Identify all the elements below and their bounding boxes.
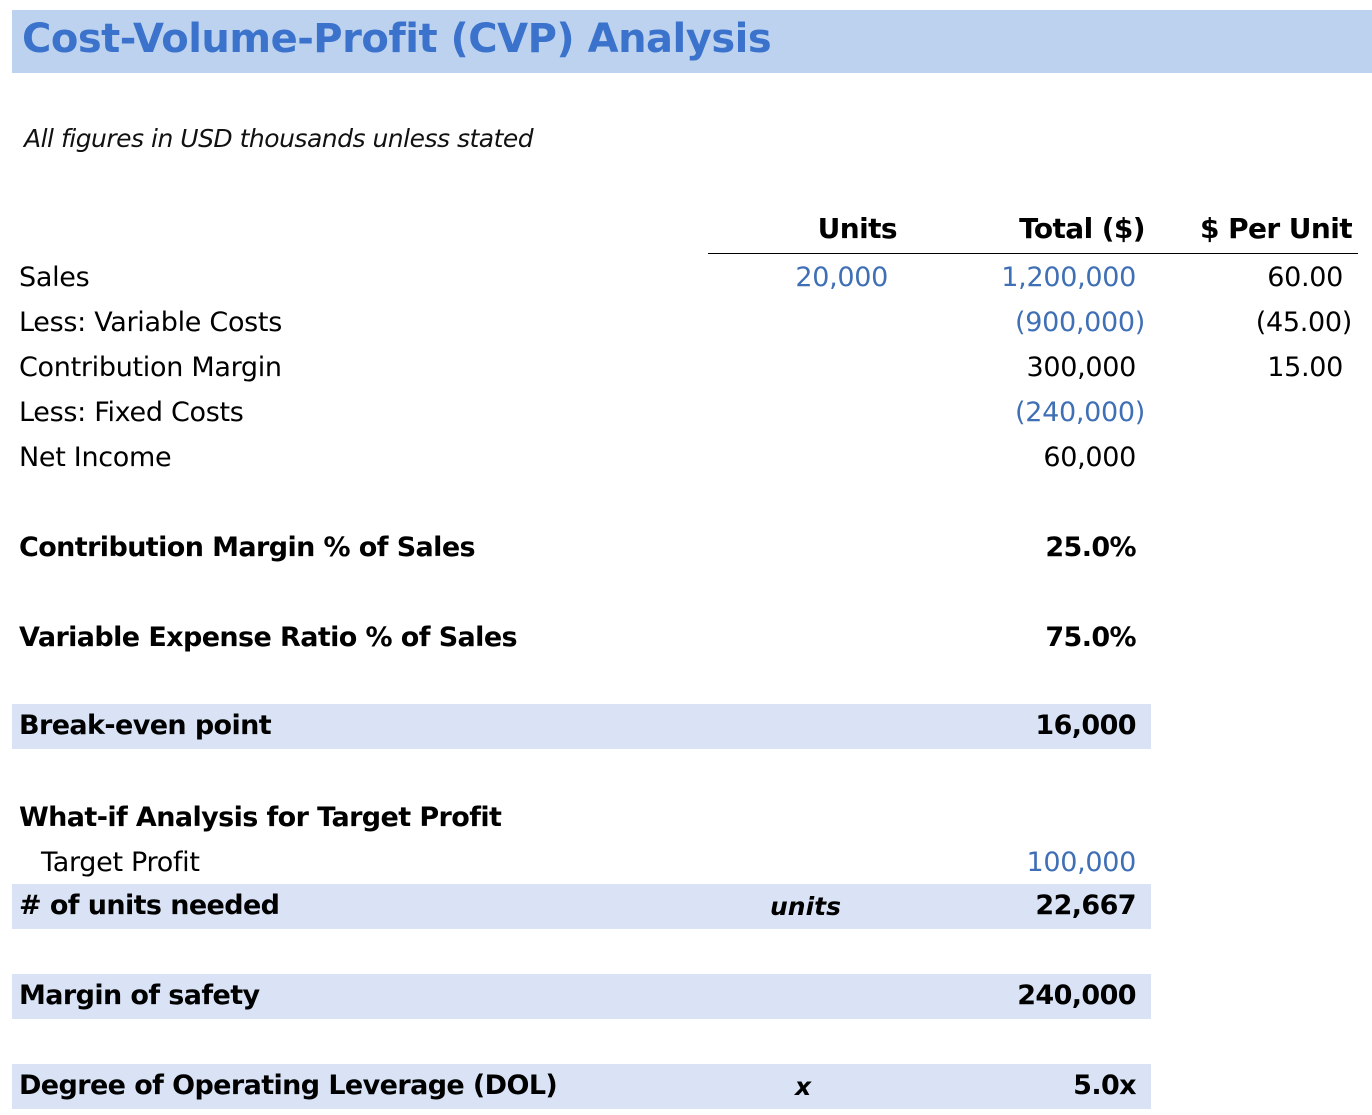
- row-label: Sales: [19, 262, 90, 293]
- header-divider: [708, 253, 1358, 254]
- metric-label: # of units needed: [19, 890, 280, 921]
- column-header-units: Units: [817, 212, 898, 245]
- row-label: Less: Variable Costs: [19, 307, 282, 338]
- column-header-per-unit: $ Per Unit: [1200, 212, 1353, 245]
- row-net-income: Net Income 60,000: [0, 436, 1372, 481]
- units-note: All figures in USD thousands unless stat…: [24, 124, 534, 153]
- variable-costs-per-unit: (45.00): [1255, 307, 1353, 338]
- row-contribution-margin: Contribution Margin 300,000 15.00: [0, 346, 1372, 391]
- cm-percent-value: 25.0%: [1045, 532, 1136, 563]
- row-label: Less: Fixed Costs: [19, 397, 244, 428]
- variable-costs-input[interactable]: (900,000): [1015, 307, 1145, 338]
- row-target-profit: Target Profit 100,000: [0, 841, 1372, 886]
- whatif-heading-row: What-if Analysis for Target Profit: [0, 796, 1372, 841]
- row-fixed-costs: Less: Fixed Costs (240,000): [0, 391, 1372, 436]
- row-units-needed: # of units needed units 22,667: [0, 884, 1372, 929]
- contribution-margin-total: 300,000: [1026, 352, 1136, 383]
- row-dol: Degree of Operating Leverage (DOL) x 5.0…: [0, 1064, 1372, 1109]
- row-variable-expense-ratio: Variable Expense Ratio % of Sales 75.0%: [0, 616, 1372, 661]
- title-band: Cost-Volume-Profit (CVP) Analysis: [12, 10, 1372, 73]
- target-profit-input[interactable]: 100,000: [1026, 847, 1136, 878]
- row-breakeven: Break-even point 16,000: [0, 704, 1372, 749]
- row-label: Net Income: [19, 442, 172, 473]
- unit-tag: x: [795, 1072, 812, 1101]
- unit-tag: units: [770, 892, 841, 921]
- section-heading: What-if Analysis for Target Profit: [19, 802, 502, 833]
- variable-expense-ratio-value: 75.0%: [1045, 622, 1136, 653]
- page-title: Cost-Volume-Profit (CVP) Analysis: [22, 16, 772, 62]
- metric-label: Degree of Operating Leverage (DOL): [19, 1070, 558, 1101]
- metric-label: Margin of safety: [19, 980, 260, 1011]
- dol-value: 5.0x: [1073, 1070, 1136, 1101]
- row-label: Contribution Margin: [19, 352, 282, 383]
- row-cm-percent: Contribution Margin % of Sales 25.0%: [0, 526, 1372, 571]
- contribution-margin-per-unit: 15.00: [1267, 352, 1343, 383]
- sales-per-unit: 60.00: [1267, 262, 1343, 293]
- metric-label: Variable Expense Ratio % of Sales: [19, 622, 518, 653]
- row-variable-costs: Less: Variable Costs (900,000) (45.00): [0, 301, 1372, 346]
- units-needed-value: 22,667: [1035, 890, 1136, 921]
- breakeven-value: 16,000: [1035, 710, 1136, 741]
- metric-label: Target Profit: [41, 847, 200, 878]
- metric-label: Break-even point: [19, 710, 272, 741]
- fixed-costs-input[interactable]: (240,000): [1015, 397, 1145, 428]
- margin-of-safety-value: 240,000: [1017, 980, 1136, 1011]
- net-income-total: 60,000: [1043, 442, 1136, 473]
- metric-label: Contribution Margin % of Sales: [19, 532, 476, 563]
- row-sales: Sales 20,000 1,200,000 60.00: [0, 256, 1372, 301]
- sales-total-input[interactable]: 1,200,000: [1001, 262, 1136, 293]
- column-header-total: Total ($): [1019, 212, 1146, 245]
- row-margin-of-safety: Margin of safety 240,000: [0, 974, 1372, 1019]
- sales-units-input[interactable]: 20,000: [795, 262, 888, 293]
